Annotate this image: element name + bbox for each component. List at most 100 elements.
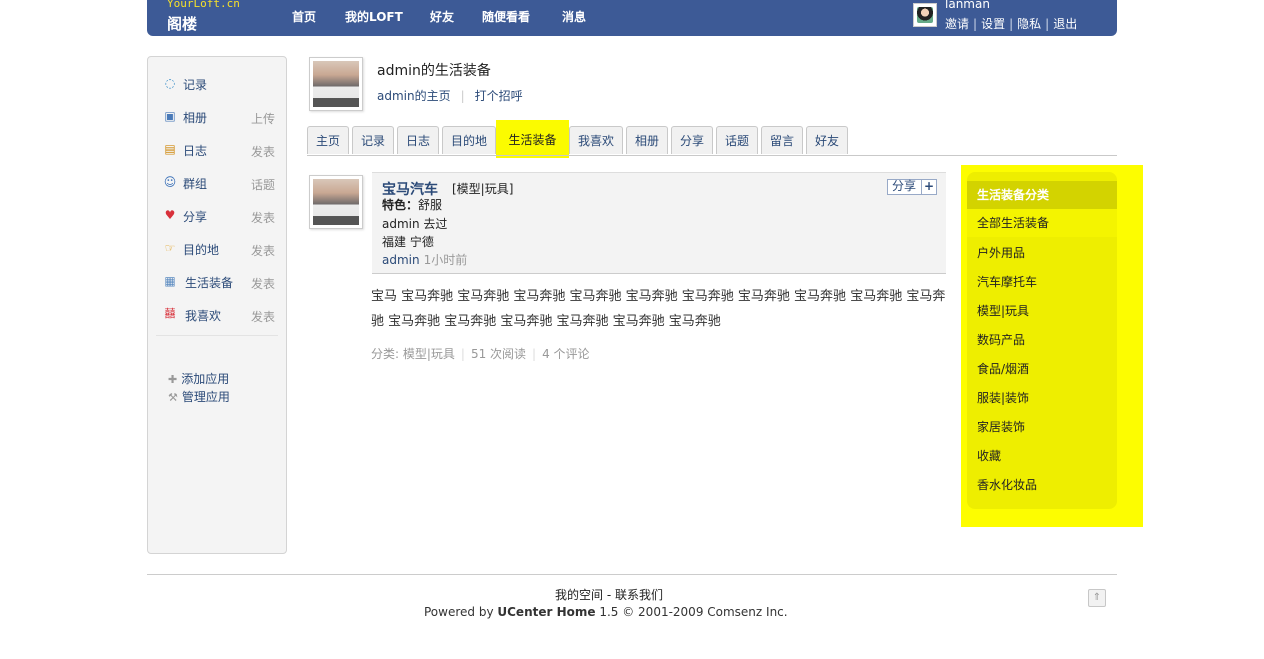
sidebar-item-action[interactable]: 上传 bbox=[251, 110, 275, 127]
nav-browse[interactable]: 随便看看 bbox=[482, 8, 530, 25]
sidebar-item-blog[interactable]: ▤ 日志 发表 bbox=[163, 140, 275, 160]
post-meta-comments[interactable]: 4 个评论 bbox=[542, 347, 589, 361]
manage-app-link[interactable]: ⚒ 管理应用 bbox=[168, 388, 230, 405]
category-item[interactable]: 家居装饰 bbox=[977, 418, 1025, 435]
sidebar-item-groups[interactable]: ☺ 群组 话题 bbox=[163, 173, 275, 193]
category-panel: 生活装备分类 全部生活装备 户外用品 汽车摩托车 模型|玩具 数码产品 食品/烟… bbox=[961, 165, 1143, 527]
logo-url[interactable]: YourLoft.cn bbox=[167, 0, 240, 10]
post-meta: 分类: 模型|玩具 | 51 次阅读 | 4 个评论 bbox=[371, 345, 590, 362]
tab-blog[interactable]: 日志 bbox=[397, 126, 439, 154]
privacy-link[interactable]: 隐私 bbox=[1017, 17, 1041, 31]
tab-friends[interactable]: 好友 bbox=[806, 126, 848, 154]
sidebar-item-action[interactable]: 发表 bbox=[251, 308, 275, 325]
sidebar-item-action[interactable]: 发表 bbox=[251, 275, 275, 292]
invite-link[interactable]: 邀请 bbox=[945, 17, 969, 31]
greet-link[interactable]: 打个招呼 bbox=[475, 89, 523, 103]
meta-separator: | bbox=[460, 347, 465, 361]
sidebar-item-share[interactable]: ♥ 分享 发表 bbox=[163, 206, 275, 226]
share-button[interactable]: 分享 + bbox=[887, 179, 937, 195]
sidebar-divider bbox=[156, 335, 278, 336]
sidebar-item-action[interactable]: 发表 bbox=[251, 242, 275, 259]
nav-home[interactable]: 首页 bbox=[292, 8, 316, 25]
tab-messages[interactable]: 留言 bbox=[761, 126, 803, 154]
tab-topics[interactable]: 话题 bbox=[716, 126, 758, 154]
manage-app-label[interactable]: 管理应用 bbox=[182, 390, 230, 404]
link-separator: | bbox=[1009, 17, 1014, 31]
heart-icon: ♥ bbox=[164, 208, 176, 222]
sidebar-item-label[interactable]: 生活装备 bbox=[185, 274, 233, 291]
footer-links-text[interactable]: 我的空间 - 联系我们 bbox=[555, 586, 663, 603]
category-panel-title: 生活装备分类 bbox=[967, 181, 1117, 209]
post-location: 福建 宁德 bbox=[382, 235, 434, 249]
sidebar-item-destination[interactable]: ☞ 目的地 发表 bbox=[163, 239, 275, 259]
nav-friends[interactable]: 好友 bbox=[430, 8, 454, 25]
sidebar-item-label[interactable]: 目的地 bbox=[183, 241, 219, 258]
sidebar-item-records[interactable]: ◌ 记录 bbox=[163, 74, 275, 94]
powered-brand[interactable]: UCenter Home bbox=[497, 605, 595, 619]
username[interactable]: lanman bbox=[945, 0, 990, 11]
tabs-baseline bbox=[307, 155, 1117, 156]
category-item[interactable]: 汽车摩托车 bbox=[977, 273, 1037, 290]
speech-bubble-icon: ◌ bbox=[164, 76, 176, 90]
sidebar-item-label[interactable]: 日志 bbox=[183, 142, 207, 159]
link-separator: | bbox=[1045, 17, 1050, 31]
logo-title[interactable]: 阁楼 bbox=[167, 13, 197, 34]
nav-messages[interactable]: 消息 bbox=[562, 8, 586, 25]
category-item[interactable]: 户外用品 bbox=[977, 244, 1025, 261]
post-author-link[interactable]: admin bbox=[382, 253, 420, 267]
tab-gear[interactable]: 生活装备 bbox=[496, 120, 569, 158]
add-app-label[interactable]: 添加应用 bbox=[181, 372, 229, 386]
user-avatar[interactable] bbox=[913, 3, 937, 27]
post-meta-reads: 51 次阅读 bbox=[470, 347, 527, 361]
plus-icon: ✚ bbox=[168, 373, 178, 386]
tab-share[interactable]: 分享 bbox=[671, 126, 713, 154]
sidebar-item-albums[interactable]: ▣ 相册 上传 bbox=[163, 107, 275, 127]
sidebar-item-action[interactable]: 发表 bbox=[251, 209, 275, 226]
sidebar-item-label[interactable]: 群组 bbox=[183, 175, 207, 192]
powered-prefix: Powered by bbox=[424, 605, 498, 619]
settings-link[interactable]: 设置 bbox=[981, 17, 1005, 31]
category-item[interactable]: 模型|玩具 bbox=[977, 302, 1029, 319]
logout-link[interactable]: 退出 bbox=[1053, 17, 1077, 31]
tab-records[interactable]: 记录 bbox=[352, 126, 394, 154]
sidebar-item-action[interactable]: 发表 bbox=[251, 143, 275, 160]
category-item[interactable]: 香水化妆品 bbox=[977, 476, 1037, 493]
tab-home[interactable]: 主页 bbox=[307, 126, 349, 154]
sidebar-item-label[interactable]: 我喜欢 bbox=[185, 307, 221, 324]
nav-my-loft[interactable]: 我的LOFT bbox=[345, 8, 403, 25]
top-header-bar: YourLoft.cn 阁楼 首页 我的LOFT 好友 随便看看 消息 lanm… bbox=[147, 0, 1117, 36]
post-category: [模型|玩具] bbox=[452, 182, 514, 196]
link-separator: | bbox=[973, 17, 978, 31]
sidebar-item-label[interactable]: 相册 bbox=[183, 109, 207, 126]
post-header: 宝马汽车 [模型|玩具] 分享 + 特色：舒服 admin 去过 福建 宁德 a… bbox=[372, 172, 946, 274]
add-app-link[interactable]: ✚ 添加应用 bbox=[168, 370, 229, 387]
post-body: 宝马 宝马奔驰 宝马奔驰 宝马奔驰 宝马奔驰 宝马奔驰 宝马奔驰 宝马奔驰 宝马… bbox=[371, 289, 946, 329]
category-all[interactable]: 全部生活装备 bbox=[967, 209, 1117, 237]
notebook-icon: ▤ bbox=[164, 142, 176, 156]
post-author-avatar[interactable] bbox=[309, 175, 363, 229]
tab-likes[interactable]: 我喜欢 bbox=[569, 126, 623, 154]
page-title: admin的生活装备 bbox=[377, 63, 491, 79]
tab-albums[interactable]: 相册 bbox=[626, 126, 668, 154]
share-label[interactable]: 分享 bbox=[892, 180, 916, 193]
app-sidebar: ◌ 记录 ▣ 相册 上传 ▤ 日志 发表 ☺ 群组 话题 ♥ 分享 发表 ☞ 目… bbox=[147, 56, 287, 554]
back-to-top-icon[interactable]: ⇑ bbox=[1088, 589, 1106, 607]
photo-album-icon: ▣ bbox=[164, 109, 176, 123]
category-item[interactable]: 收藏 bbox=[977, 447, 1001, 464]
post-meta-category[interactable]: 分类: 模型|玩具 bbox=[371, 347, 455, 361]
admin-home-link[interactable]: admin的主页 bbox=[377, 89, 451, 103]
tab-destination[interactable]: 目的地 bbox=[442, 126, 496, 154]
meta-separator: | bbox=[532, 347, 537, 361]
sidebar-item-label[interactable]: 记录 bbox=[183, 76, 207, 93]
sidebar-item-gear[interactable]: ▦ 生活装备 发表 bbox=[163, 272, 275, 292]
category-item[interactable]: 服装|装饰 bbox=[977, 389, 1029, 406]
plus-icon[interactable]: + bbox=[921, 180, 936, 194]
sidebar-item-likes[interactable]: 囍 我喜欢 发表 bbox=[163, 305, 276, 325]
category-item[interactable]: 食品/烟酒 bbox=[977, 360, 1029, 377]
sidebar-item-label[interactable]: 分享 bbox=[183, 208, 207, 225]
footer-divider bbox=[147, 574, 1117, 575]
profile-avatar[interactable] bbox=[309, 57, 363, 111]
sidebar-item-action[interactable]: 话题 bbox=[251, 176, 275, 193]
feature-label: 特色： bbox=[382, 198, 419, 212]
category-item[interactable]: 数码产品 bbox=[977, 331, 1025, 348]
